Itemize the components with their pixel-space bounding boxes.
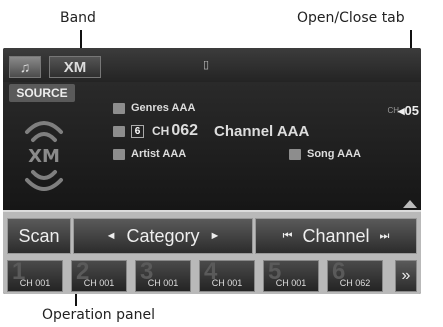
channel-prev-icon[interactable]: ⏮ — [283, 230, 293, 243]
artist-text: Artist AAA — [131, 148, 187, 160]
preset-button-1[interactable]: 1 CH 001 — [7, 260, 63, 292]
music-note-icon: ♫ — [19, 59, 31, 75]
operation-panel-callout: Operation panel — [42, 307, 155, 323]
channel-row: 6 CH 062 Channel AAA — [113, 122, 309, 140]
double-chevron-right-icon: » — [401, 267, 411, 284]
preset-badge: 6 — [131, 124, 144, 138]
now-playing-area: SOURCE XM Genres AAA 6 CH 062 Channel AA… — [3, 82, 421, 210]
preset-next-page-button[interactable]: » — [395, 260, 417, 292]
artist-row: Artist AAA — [113, 148, 186, 160]
artist-icon — [113, 148, 125, 160]
genre-icon — [113, 102, 125, 114]
open-close-tab[interactable] — [403, 200, 417, 208]
channel-button[interactable]: ⏮ Channel ⏭ — [255, 218, 417, 254]
category-prev-icon[interactable]: ◄ — [106, 230, 117, 242]
preset-button-2[interactable]: 2 CH 001 — [71, 260, 127, 292]
music-tab[interactable]: ♫ — [9, 56, 41, 78]
category-next-icon[interactable]: ► — [210, 230, 221, 242]
band-tab-bar: ♫ XM ▯ — [3, 48, 421, 82]
preset-label: CH 062 — [339, 278, 371, 288]
preset-button-3[interactable]: 3 CH 001 — [135, 260, 191, 292]
xm-tab-label: XM — [63, 58, 87, 76]
preset-button-4[interactable]: 4 CH 001 — [199, 260, 255, 292]
channel-icon — [113, 125, 125, 137]
category-label: Category — [126, 225, 200, 246]
scan-label: Scan — [18, 225, 60, 246]
source-button[interactable]: SOURCE — [9, 84, 75, 102]
xm-tab[interactable]: XM — [49, 56, 101, 78]
preset-label: CH 001 — [275, 278, 307, 288]
preset-label: CH 001 — [19, 278, 51, 288]
genre-text: Genres AAA — [131, 102, 196, 114]
right-channel-value: 05 — [404, 103, 419, 118]
audio-screen: ♫ XM ▯ SOURCE XM Genres AAA 6 CH 062 Cha… — [3, 48, 421, 294]
phone-status-icon: ▯ — [203, 59, 210, 71]
channel-number: 062 — [171, 122, 199, 139]
song-text: Song AAA — [307, 148, 361, 160]
channel-prefix: CH — [152, 124, 170, 138]
preset-button-5[interactable]: 5 CH 001 — [263, 260, 319, 292]
scan-button[interactable]: Scan — [7, 218, 71, 254]
right-channel-number: ◂05 — [398, 103, 419, 118]
operation-panel: Scan ◄ Category ► ⏮ Channel ⏭ 1 CH 001 2… — [3, 210, 421, 294]
song-icon — [289, 148, 301, 160]
song-row: Song AAA — [289, 148, 361, 160]
svg-text:XM: XM — [28, 146, 60, 167]
preset-label: CH 001 — [147, 278, 179, 288]
operation-panel-callout-line — [75, 292, 77, 306]
preset-label: CH 001 — [83, 278, 115, 288]
channel-label: Channel — [302, 225, 370, 246]
source-label: SOURCE — [16, 86, 68, 100]
preset-button-6[interactable]: 6 CH 062 — [327, 260, 383, 292]
xm-logo-icon: XM — [25, 121, 63, 191]
band-callout: Band — [60, 10, 96, 26]
preset-label: CH 001 — [211, 278, 243, 288]
channel-name: Channel AAA — [214, 122, 310, 140]
channel-next-icon[interactable]: ⏭ — [380, 230, 390, 243]
open-close-tab-callout: Open/Close tab — [297, 10, 405, 26]
genre-row: Genres AAA — [113, 102, 195, 114]
category-button[interactable]: ◄ Category ► — [73, 218, 253, 254]
